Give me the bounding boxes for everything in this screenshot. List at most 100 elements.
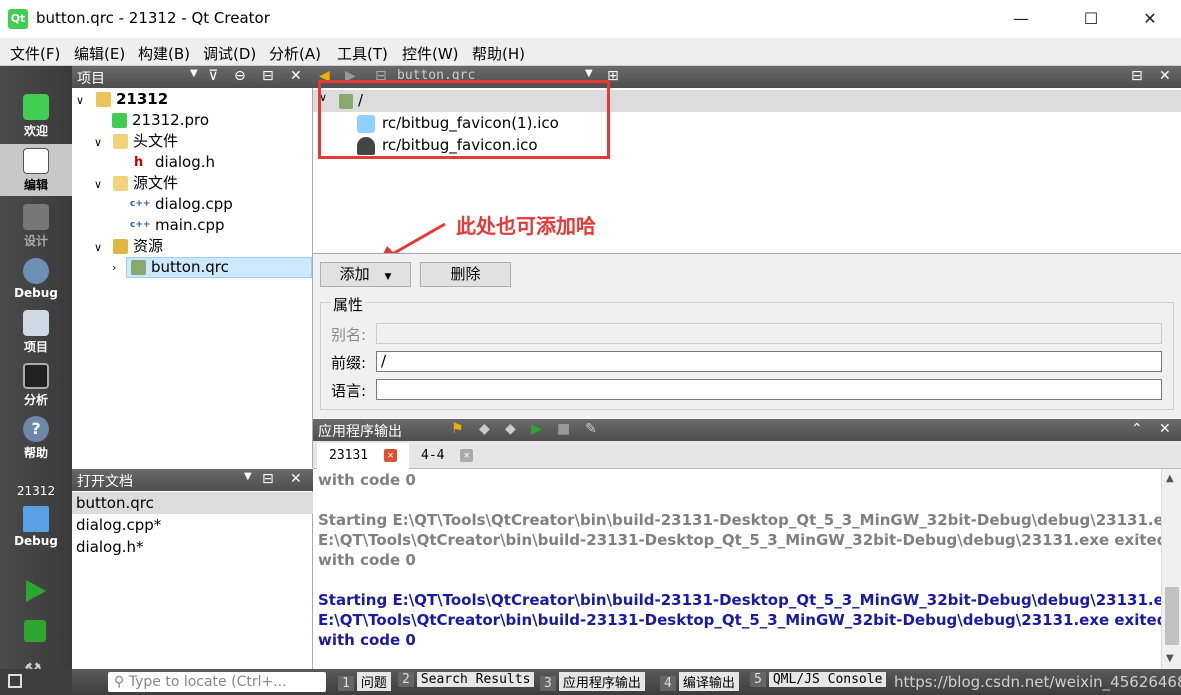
close-editor-icon[interactable]: ✕ <box>1159 68 1171 84</box>
open-doc-item[interactable]: dialog.h* <box>72 536 313 558</box>
dropdown-arrow-icon[interactable]: ▼ <box>585 68 593 79</box>
close-pane-icon[interactable]: ✕ <box>1159 421 1171 437</box>
filter-icon[interactable]: ⊽ <box>208 68 218 84</box>
mode-analyze[interactable]: 分析 <box>0 359 72 411</box>
menu-debug[interactable]: 调试(D) <box>203 43 256 64</box>
output-scrollbar[interactable]: ▲ ▼ <box>1161 469 1181 669</box>
rerun-icon[interactable]: ⚑ <box>451 421 464 437</box>
close-pane-icon[interactable]: ✕ <box>290 68 302 84</box>
stop-icon[interactable]: ■ <box>557 421 570 437</box>
output-tab[interactable]: 4-4 ✕ <box>409 443 481 469</box>
prefix-field-label: 前缀: <box>331 354 367 372</box>
resource-editor-form: 添加 ▼ 删除 属性 别名: 前缀: / 语言: <box>313 253 1181 418</box>
mode-debug[interactable]: Debug <box>0 254 72 306</box>
pane-button-issues[interactable]: 1 问题 <box>338 672 391 691</box>
language-field[interactable] <box>376 379 1162 400</box>
tree-label: 头文件 <box>133 132 179 150</box>
output-tab[interactable]: 23131 ✕ <box>317 443 409 469</box>
highlight-box <box>318 80 610 159</box>
expand-arrow-icon[interactable]: ∨ <box>94 136 102 149</box>
expand-arrow-icon[interactable]: ∨ <box>94 241 102 254</box>
close-button[interactable]: ✕ <box>1127 0 1173 38</box>
close-tab-icon[interactable]: ✕ <box>460 449 474 462</box>
language-label: 语言: <box>331 382 367 400</box>
expand-arrow-icon[interactable]: ∨ <box>76 94 84 107</box>
tree-label: 21312 <box>116 90 169 108</box>
maximize-pane-icon[interactable]: ⌃ <box>1131 421 1143 437</box>
expand-arrow-icon[interactable]: ∨ <box>94 178 102 191</box>
tree-label: button.qrc <box>151 258 229 276</box>
kit-selector[interactable]: Debug <box>0 502 72 554</box>
split-icon[interactable]: ⊟ <box>262 68 274 84</box>
prev-icon[interactable]: ◆ <box>479 421 490 437</box>
clear-icon[interactable]: ✎ <box>585 421 597 437</box>
monitor-icon <box>23 506 49 532</box>
output-line: with code 0 <box>318 631 416 649</box>
run-icon[interactable]: ▶ <box>531 421 542 437</box>
open-doc-item[interactable]: button.qrc <box>72 492 313 514</box>
properties-title: 属性 <box>331 294 366 315</box>
pane-number: 5 <box>750 672 766 687</box>
menu-build[interactable]: 构建(B) <box>138 43 190 64</box>
menu-edit[interactable]: 编辑(E) <box>74 43 125 64</box>
tree-row-resources[interactable]: ∨ 资源 <box>94 236 163 257</box>
pane-button-search[interactable]: 2 Search Results <box>398 672 535 687</box>
tree-label: dialog.h <box>155 153 216 171</box>
prefix-field[interactable]: / <box>376 351 1162 372</box>
close-tab-icon[interactable]: ✕ <box>383 449 397 462</box>
menu-help[interactable]: 帮助(H) <box>472 43 525 64</box>
scroll-down-icon[interactable]: ▼ <box>1166 653 1174 664</box>
sync-icon[interactable]: ⊖ <box>234 68 246 84</box>
output-line: E:\QT\Tools\QtCreator\bin\build-23131-De… <box>318 531 1161 549</box>
output-line: with code 0 <box>318 471 416 489</box>
kit-project-name: 21312 <box>16 484 56 498</box>
menu-file[interactable]: 文件(F) <box>10 43 60 64</box>
header-file-icon: h <box>134 155 144 170</box>
pane-button-qml-console[interactable]: 5 QML/JS Console <box>750 672 887 687</box>
remove-button[interactable]: 删除 <box>420 262 511 287</box>
mode-welcome-label: 欢迎 <box>23 124 48 138</box>
output-tab-label: 23131 <box>329 448 369 463</box>
toggle-sidebar-icon[interactable] <box>8 674 22 688</box>
close-pane-icon[interactable]: ✕ <box>290 471 302 487</box>
dropdown-arrow-icon[interactable]: ▼ <box>190 68 198 79</box>
output-line: with code 0 <box>318 551 416 569</box>
pane-button-compile-output[interactable]: 4 编译输出 <box>660 672 739 691</box>
split-icon[interactable]: ⊟ <box>262 471 274 487</box>
dropdown-arrow-icon[interactable]: ▼ <box>244 471 252 482</box>
mode-edit[interactable]: 编辑 <box>0 144 72 196</box>
maximize-button[interactable]: ☐ <box>1068 0 1114 38</box>
mode-design[interactable]: 设计 <box>0 200 72 252</box>
output-pane-title: 应用程序输出 <box>318 424 402 440</box>
menu-analyze[interactable]: 分析(A) <box>269 43 321 64</box>
mode-debug-label: Debug <box>14 286 58 300</box>
pane-button-app-output[interactable]: 3 应用程序输出 <box>540 672 645 691</box>
menu-tools[interactable]: 工具(T) <box>337 43 388 64</box>
open-doc-item[interactable]: dialog.cpp* <box>72 514 313 536</box>
minimize-button[interactable]: — <box>998 0 1044 38</box>
tree-row-sources[interactable]: ∨ 源文件 <box>94 173 178 194</box>
statusbar-left <box>0 669 72 695</box>
debug-run-icon[interactable] <box>24 620 46 642</box>
menu-widgets[interactable]: 控件(W) <box>402 43 459 64</box>
tree-row-headers[interactable]: ∨ 头文件 <box>94 131 178 152</box>
search-icon: ⚲ <box>114 674 129 690</box>
scroll-up-icon[interactable]: ▲ <box>1166 473 1174 484</box>
output-pane-header: 应用程序输出 ⚑ ◆ ◆ ▶ ■ ✎ ⌃ ✕ <box>313 419 1181 441</box>
run-icon[interactable] <box>26 580 46 602</box>
next-icon[interactable]: ◆ <box>505 421 516 437</box>
tree-label: dialog.cpp <box>155 195 233 213</box>
collapsed-arrow-icon[interactable]: › <box>112 257 116 278</box>
tree-row-project[interactable]: ∨ 21312 <box>76 89 168 110</box>
tree-row-button-qrc[interactable]: › button.qrc <box>112 257 312 278</box>
scrollbar-thumb[interactable] <box>1165 587 1179 645</box>
mode-welcome[interactable]: 欢迎 <box>0 90 72 142</box>
sources-folder-icon <box>113 176 128 191</box>
split-editor-icon[interactable]: ⊟ <box>1131 68 1143 84</box>
alias-field[interactable] <box>376 323 1162 344</box>
qt-creator-icon: Qt <box>8 9 28 29</box>
add-button[interactable]: 添加 ▼ <box>320 262 411 287</box>
mode-projects[interactable]: 项目 <box>0 306 72 358</box>
mode-help[interactable]: ? 帮助 <box>0 412 72 464</box>
locator-input[interactable]: ⚲ Type to locate (Ctrl+... <box>108 672 326 692</box>
